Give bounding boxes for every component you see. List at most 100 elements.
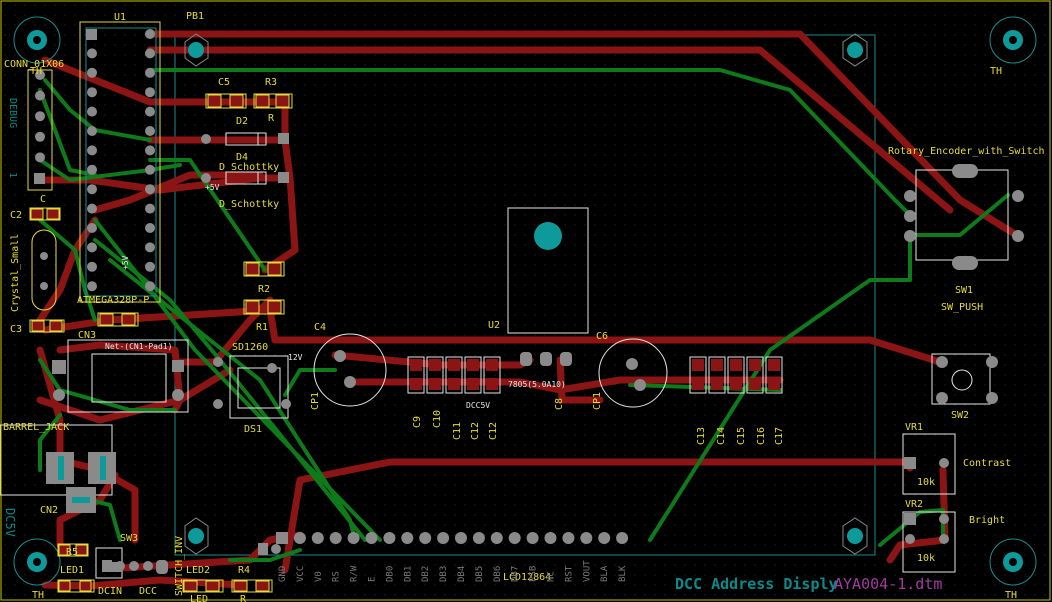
- label-u1: U1: [114, 12, 126, 23]
- label-one: 1: [7, 172, 18, 178]
- u1-pin-1: [86, 29, 97, 40]
- cap-pad: [467, 359, 479, 371]
- board-title-file: AYA004-1.dtm: [834, 575, 942, 593]
- label-th-br: TH: [1005, 590, 1017, 601]
- lcd-pin-label: DB4: [457, 566, 467, 582]
- u1-pin: [145, 242, 155, 253]
- lcd-pin: [329, 532, 342, 544]
- lcd-pin-label: DB7: [511, 566, 521, 582]
- lcd-pin-label: DB3: [439, 566, 449, 582]
- u1-pin: [145, 67, 155, 78]
- board-title: DCC Address Disply: [675, 575, 838, 593]
- cap-pad: [429, 359, 441, 371]
- lcd-pin-label: DB5: [475, 566, 485, 582]
- lcd-pin-label: BLA: [600, 565, 610, 582]
- lcd-pin-label: VOUT: [582, 560, 592, 582]
- label-c13: C13: [696, 427, 707, 445]
- label-plus5-net: +5V: [205, 183, 220, 192]
- cap-pad: [711, 378, 723, 390]
- cap-pad: [410, 359, 422, 371]
- cap-pad: [711, 359, 723, 371]
- label-cn3: CN3: [78, 330, 96, 341]
- label-10k-b: 10k: [917, 553, 935, 564]
- debug-pin-1: [34, 173, 45, 184]
- u1-pin: [145, 106, 155, 117]
- label-th-tr: TH: [990, 66, 1002, 77]
- debug-pin: [35, 90, 45, 101]
- pcb-board: U1 PB1 CONN_01X06 DEBUG 1 C2 C Crystal_S…: [0, 0, 1052, 602]
- label-c8: C8: [554, 398, 565, 410]
- lcd-pin: [544, 532, 557, 544]
- label-net-cn: Net-(CN1-Pad1): [105, 342, 172, 351]
- label-r3: R3: [265, 77, 277, 88]
- lcd-pin: [383, 532, 396, 544]
- label-vr2: VR2: [905, 499, 923, 510]
- label-atmega: ATMEGA328P-P: [77, 295, 149, 306]
- u1-pin: [145, 48, 155, 59]
- lcd-pin-label: E: [368, 577, 378, 582]
- label-swpush: SW_PUSH: [941, 302, 983, 313]
- cap-pad: [467, 378, 479, 390]
- lcd-pin-label: R/W: [350, 565, 360, 582]
- label-ds: DS1: [244, 424, 262, 435]
- cap-pad: [749, 378, 761, 390]
- lcd-pin-1: [276, 532, 288, 544]
- cap-pad: [768, 378, 780, 390]
- label-th-bl: TH: [32, 590, 44, 601]
- lcd-pin-label: DB2: [421, 566, 431, 582]
- u1-pin: [145, 281, 155, 292]
- lcd-pin: [508, 532, 521, 544]
- label-dcc: DCC: [139, 586, 157, 597]
- label-dcin: DCIN: [98, 586, 122, 597]
- lcd-pin-label: BLK: [618, 565, 628, 582]
- lcd-pin: [490, 532, 503, 544]
- label-r-val: R: [240, 594, 247, 602]
- lcd-pin: [598, 532, 611, 544]
- debug-pin: [35, 131, 45, 142]
- u1-pin: [87, 223, 97, 233]
- cap-pad: [749, 359, 761, 371]
- label-d2: D2: [236, 116, 248, 127]
- cap-pad: [730, 378, 742, 390]
- u1-pin: [87, 203, 97, 214]
- label-led2: LED2: [186, 565, 210, 576]
- cap-pad: [768, 359, 780, 371]
- cap-pad: [410, 378, 422, 390]
- u1-pin: [145, 223, 155, 233]
- lcd-pin-label: VCC: [296, 566, 306, 582]
- label-dc5v: DC5V: [3, 508, 17, 537]
- label-c16: C16: [756, 427, 767, 445]
- label-r4: R4: [238, 565, 250, 576]
- label-c2-val: C: [40, 194, 46, 205]
- lcd-pin: [419, 532, 432, 544]
- u1-pin: [145, 87, 155, 98]
- label-sw2: SW2: [951, 410, 969, 421]
- label-vr1: VR1: [905, 422, 923, 433]
- label-crystal: Crystal_Small: [10, 234, 21, 312]
- label-barrel: BARREL_JACK: [3, 422, 69, 433]
- label-c4: C4: [314, 322, 326, 333]
- lcd-pin-label: RS: [332, 571, 342, 582]
- label-u2: U2: [488, 320, 500, 331]
- lcd-pin-label: NC: [547, 571, 557, 582]
- u1-pin: [145, 145, 155, 156]
- u1-pin: [145, 164, 155, 175]
- u1-pin: [145, 126, 155, 136]
- lcd-pin: [526, 532, 539, 544]
- label-c15: C15: [736, 427, 747, 445]
- cap-pad: [730, 359, 742, 371]
- label-sw3: SW3: [120, 533, 138, 544]
- lcd-pin-label: V0: [314, 571, 324, 582]
- label-rotary: Rotary_Encoder_with_Switch: [888, 146, 1045, 157]
- u1-pin: [87, 48, 97, 59]
- label-c10: C10: [432, 410, 443, 428]
- label-debug: DEBUG: [7, 98, 18, 128]
- label-r1: R1: [256, 322, 268, 333]
- u1-pin: [145, 261, 155, 272]
- u1-pin: [87, 145, 97, 156]
- lcd-pin: [365, 532, 378, 544]
- lcd-pin-label: PSB: [529, 566, 539, 582]
- label-switchinv: SWITCH_INV: [174, 536, 185, 596]
- debug-pin: [35, 111, 45, 122]
- label-dcc5v: DCC5V: [466, 401, 490, 410]
